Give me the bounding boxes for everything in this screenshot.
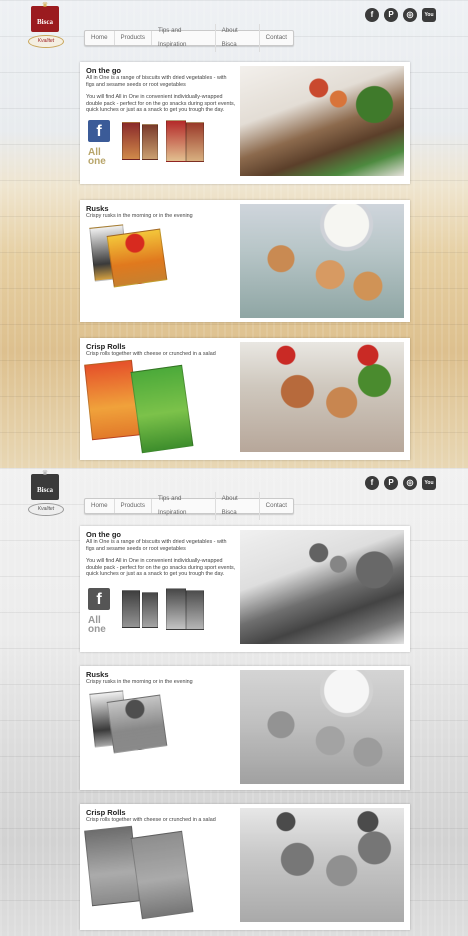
youtube-icon[interactable]: You bbox=[422, 476, 436, 490]
nav-about[interactable]: About Bisca bbox=[216, 492, 260, 520]
bisca-logo[interactable]: ♛ Bisca Kvalitet bbox=[28, 470, 64, 516]
product-photo bbox=[240, 342, 404, 452]
section-intro: All in One is a range of biscuits with d… bbox=[86, 539, 227, 552]
product-pack[interactable] bbox=[186, 122, 204, 162]
main-nav: Home Products Tips and Inspiration About… bbox=[84, 24, 294, 52]
logo-seal: Kvalitet bbox=[28, 503, 64, 516]
bisca-logo[interactable]: ♛ Bisca Kvalitet bbox=[28, 2, 64, 48]
crown-icon: ♛ bbox=[41, 470, 49, 477]
product-pack[interactable] bbox=[142, 592, 158, 628]
logo-name: Bisca bbox=[37, 18, 53, 26]
nav-products[interactable]: Products bbox=[115, 499, 152, 513]
product-pack[interactable] bbox=[166, 120, 186, 162]
section-intro: All in One is a range of biscuits with d… bbox=[86, 75, 227, 88]
product-pack[interactable] bbox=[186, 590, 204, 630]
product-pack[interactable] bbox=[130, 830, 194, 920]
product-pack[interactable] bbox=[122, 590, 140, 628]
section-text: Crisp Rolls Crisp rolls together with ch… bbox=[86, 342, 236, 358]
product-photo bbox=[240, 66, 404, 176]
section-crisp-rolls: Crisp Rolls Crisp rolls together with ch… bbox=[80, 338, 410, 460]
facebook-badge[interactable]: f bbox=[88, 588, 110, 610]
crown-icon: ♛ bbox=[41, 2, 49, 9]
section-title: Crisp Rolls bbox=[86, 808, 126, 817]
section-text: On the go All in One is a range of biscu… bbox=[86, 66, 236, 114]
nav-contact[interactable]: Contact bbox=[260, 31, 293, 45]
nav-products[interactable]: Products bbox=[115, 31, 152, 45]
nav-home[interactable]: Home bbox=[85, 499, 115, 513]
product-photo bbox=[240, 204, 404, 318]
social-links: f P ◎ You bbox=[365, 8, 436, 22]
section-body: You will find All in One in convenient i… bbox=[86, 558, 236, 578]
section-text: Crisp Rolls Crisp rolls together with ch… bbox=[86, 808, 236, 824]
section-intro: Crisp rolls together with cheese or crun… bbox=[86, 351, 216, 357]
section-on-the-go: On the go All in One is a range of biscu… bbox=[80, 62, 410, 184]
nav-home[interactable]: Home bbox=[85, 31, 115, 45]
nav-tips[interactable]: Tips and Inspiration bbox=[152, 24, 216, 52]
logo-name: Bisca bbox=[37, 486, 53, 494]
pinterest-icon[interactable]: P bbox=[384, 476, 398, 490]
product-photo bbox=[240, 670, 404, 784]
youtube-icon[interactable]: You bbox=[422, 8, 436, 22]
section-text: Rusks Crispy rusks in the morning or in … bbox=[86, 670, 236, 686]
allone-word-2: one bbox=[88, 624, 106, 635]
instagram-icon[interactable]: ◎ bbox=[403, 8, 417, 22]
product-photo bbox=[240, 530, 404, 644]
section-rusks: Rusks Crispy rusks in the morning or in … bbox=[80, 666, 410, 790]
product-photo bbox=[240, 808, 404, 922]
page-grayscale-version: ♛ Bisca Kvalitet f P ◎ You Home Products… bbox=[0, 468, 468, 936]
product-pack[interactable] bbox=[166, 588, 186, 630]
main-nav: Home Products Tips and Inspiration About… bbox=[84, 492, 294, 520]
section-text: Rusks Crispy rusks in the morning or in … bbox=[86, 204, 236, 220]
product-pack[interactable] bbox=[130, 364, 194, 454]
logo-seal: Kvalitet bbox=[28, 35, 64, 48]
product-pack[interactable] bbox=[142, 124, 158, 160]
social-links: f P ◎ You bbox=[365, 476, 436, 490]
section-intro: Crispy rusks in the morning or in the ev… bbox=[86, 679, 193, 685]
facebook-icon[interactable]: f bbox=[365, 8, 379, 22]
allone-word-2: one bbox=[88, 156, 106, 167]
product-pack[interactable] bbox=[106, 228, 168, 288]
nav-contact[interactable]: Contact bbox=[260, 499, 293, 513]
instagram-icon[interactable]: ◎ bbox=[403, 476, 417, 490]
section-crisp-rolls: Crisp Rolls Crisp rolls together with ch… bbox=[80, 804, 410, 930]
nav-about[interactable]: About Bisca bbox=[216, 24, 260, 52]
section-title: Rusks bbox=[86, 204, 109, 213]
section-title: On the go bbox=[86, 66, 121, 75]
page-color-version: ♛ Bisca Kvalitet f P ◎ You Home Products… bbox=[0, 0, 468, 468]
nav-tips[interactable]: Tips and Inspiration bbox=[152, 492, 216, 520]
facebook-icon[interactable]: f bbox=[365, 476, 379, 490]
pinterest-icon[interactable]: P bbox=[384, 8, 398, 22]
product-pack[interactable] bbox=[106, 694, 168, 754]
all-in-one-logo: All one bbox=[88, 148, 106, 167]
facebook-badge[interactable]: f bbox=[88, 120, 110, 142]
section-body: You will find All in One in convenient i… bbox=[86, 94, 236, 114]
product-pack[interactable] bbox=[122, 122, 140, 160]
section-title: Crisp Rolls bbox=[86, 342, 126, 351]
section-intro: Crispy rusks in the morning or in the ev… bbox=[86, 213, 193, 219]
section-title: On the go bbox=[86, 530, 121, 539]
section-on-the-go: On the go All in One is a range of biscu… bbox=[80, 526, 410, 652]
section-text: On the go All in One is a range of biscu… bbox=[86, 530, 236, 578]
section-rusks: Rusks Crispy rusks in the morning or in … bbox=[80, 200, 410, 322]
all-in-one-logo: All one bbox=[88, 616, 106, 635]
section-intro: Crisp rolls together with cheese or crun… bbox=[86, 817, 216, 823]
section-title: Rusks bbox=[86, 670, 109, 679]
